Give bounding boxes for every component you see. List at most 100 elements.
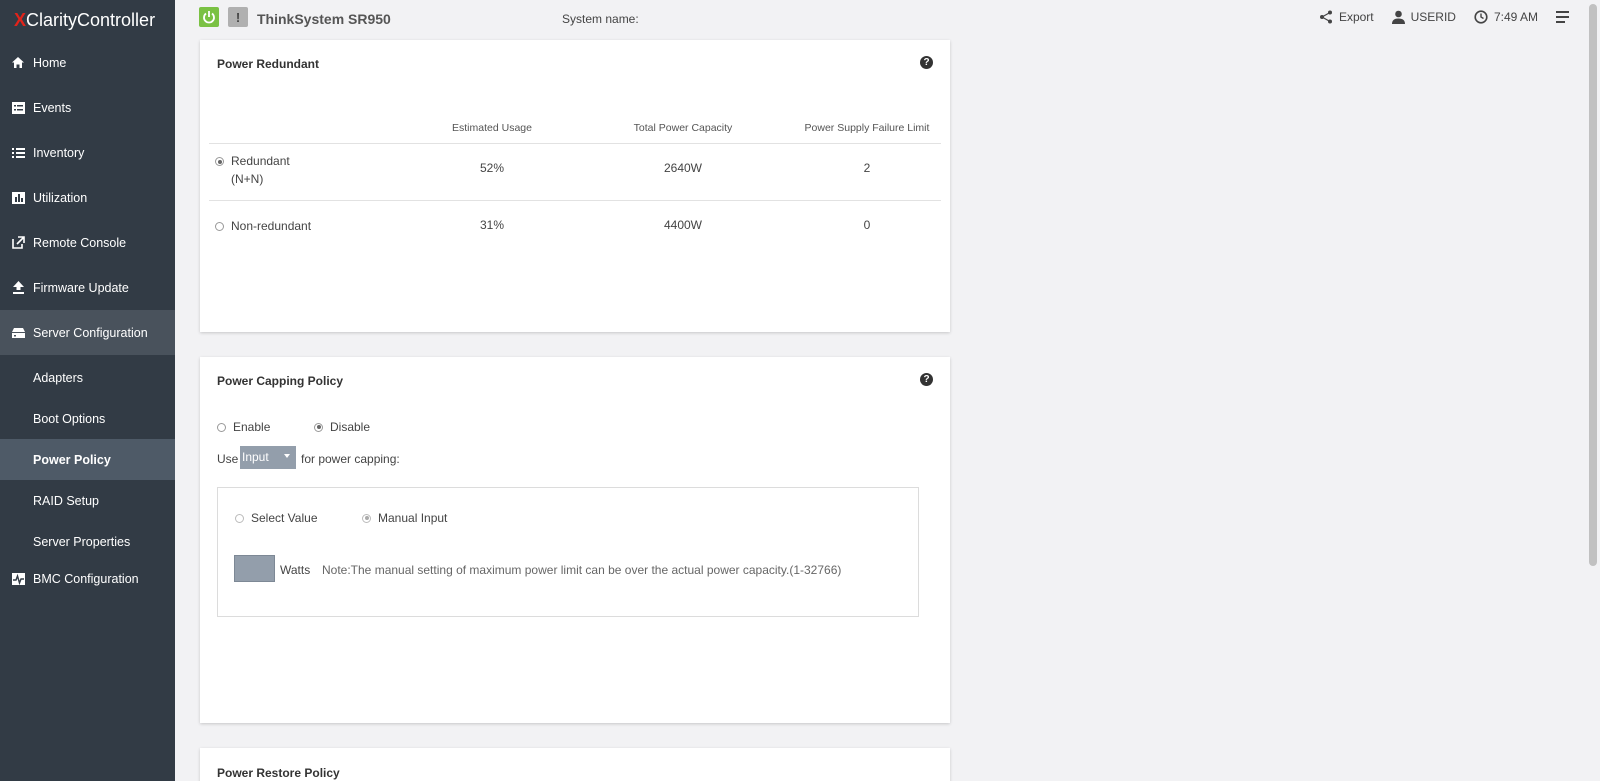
top-header: ! ThinkSystem SR950 System name: Export … — [175, 0, 1600, 38]
column-header-estimated-usage: Estimated Usage — [452, 122, 532, 134]
sidebar-item-server-configuration[interactable]: Server Configuration — [0, 310, 175, 355]
clock-icon — [1474, 10, 1488, 24]
home-icon — [11, 56, 25, 70]
redundant-sublabel: (N+N) — [231, 172, 264, 186]
sidebar-item-label: Remote Console — [33, 235, 127, 250]
list-icon — [11, 146, 25, 160]
estimated-usage-value: 31% — [479, 218, 505, 232]
sidebar-item-inventory[interactable]: Inventory — [0, 130, 175, 175]
power-icon — [203, 11, 215, 24]
column-header-total-power-capacity: Total Power Capacity — [633, 122, 733, 134]
server-icon — [11, 326, 25, 340]
share-icon — [1319, 10, 1332, 24]
watts-input[interactable] — [234, 555, 275, 582]
brand-clarity: Clarity — [26, 9, 78, 30]
warning-icon: ! — [235, 9, 241, 25]
enable-option[interactable]: Enable — [217, 420, 270, 434]
sidebar-item-label: Home — [33, 55, 67, 70]
scrollbar-thumb[interactable] — [1589, 4, 1597, 566]
warning-button[interactable]: ! — [228, 7, 248, 27]
manual-input-option[interactable]: Manual Input — [362, 511, 447, 525]
manual-input-label: Manual Input — [378, 511, 448, 525]
brand-logo: X Clarity Controller — [0, 0, 175, 40]
use-label: Use — [217, 452, 239, 466]
page-scrollbar[interactable] — [1586, 0, 1600, 781]
select-value-label: Select Value — [251, 511, 318, 525]
brand-x: X — [14, 9, 27, 30]
brand-suffix: Controller — [77, 9, 156, 30]
table-row: Non-redundant — [215, 219, 311, 233]
select-value-radio[interactable] — [235, 513, 244, 523]
power-restore-card: Power Restore Policy — [200, 748, 950, 781]
chart-icon — [11, 191, 25, 205]
disable-radio[interactable] — [314, 422, 323, 432]
sidebar-item-events[interactable]: Events — [0, 85, 175, 130]
sidebar-item-power-policy[interactable]: Power Policy — [0, 439, 175, 480]
sidebar-item-label: Utilization — [33, 190, 88, 205]
enable-radio[interactable] — [217, 422, 226, 432]
user-icon — [1391, 10, 1405, 24]
power-redundant-title: Power Redundant — [217, 57, 320, 71]
manual-input-radio[interactable] — [362, 513, 371, 523]
capping-source-select[interactable]: Input — [240, 446, 296, 469]
time-label: 7:49 AM — [1493, 10, 1538, 24]
sidebar-item-label: Firmware Update — [33, 280, 129, 295]
sidebar-item-server-properties[interactable]: Server Properties — [0, 521, 175, 562]
enable-label: Enable — [233, 420, 271, 434]
select-value-option[interactable]: Select Value — [235, 511, 318, 525]
help-icon[interactable]: ? — [920, 373, 933, 386]
sidebar-item-firmware-update[interactable]: Firmware Update — [0, 265, 175, 310]
table-divider — [209, 200, 941, 201]
export-button[interactable]: Export — [1319, 10, 1374, 24]
table-divider — [209, 143, 941, 144]
sidebar: X Clarity Controller Home Events Inventor… — [0, 0, 175, 781]
sidebar-item-label: Events — [33, 100, 72, 115]
sidebar-item-remote-console[interactable]: Remote Console — [0, 220, 175, 265]
caret-down-icon — [284, 454, 290, 458]
power-redundant-card: Power Redundant ? Estimated Usage Total … — [200, 40, 950, 332]
header-actions: Export USERID 7:49 AM — [1319, 10, 1570, 24]
non-redundant-label: Non-redundant — [231, 219, 312, 233]
sidebar-item-label: BMC Configuration — [33, 572, 139, 586]
sidebar-item-label: Inventory — [33, 145, 85, 160]
select-value: Input — [242, 450, 269, 464]
for-power-capping-label: for power capping: — [301, 452, 400, 466]
power-restore-title: Power Restore Policy — [217, 766, 340, 780]
clock: 7:49 AM — [1474, 10, 1538, 24]
user-label: USERID — [1410, 10, 1456, 24]
sidebar-item-home[interactable]: Home — [0, 40, 175, 85]
failure-limit-value: 0 — [863, 218, 871, 232]
system-name-label: System name: — [562, 12, 639, 26]
upload-icon — [11, 281, 25, 295]
hamburger-menu-icon — [1556, 11, 1569, 23]
sidebar-item-adapters[interactable]: Adapters — [0, 357, 175, 398]
redundant-radio[interactable] — [215, 157, 224, 166]
export-label: Export — [1338, 10, 1374, 24]
total-capacity-value: 2640W — [663, 161, 703, 175]
power-status-button[interactable] — [199, 7, 219, 27]
power-capping-title: Power Capping Policy — [217, 374, 344, 388]
server-model: ThinkSystem SR950 — [257, 11, 391, 27]
sidebar-item-utilization[interactable]: Utilization — [0, 175, 175, 220]
events-icon — [11, 101, 25, 115]
external-link-icon — [11, 236, 25, 250]
power-capping-card: Power Capping Policy ? Enable Disable Us… — [200, 357, 950, 723]
failure-limit-value: 2 — [863, 161, 871, 175]
user-menu[interactable]: USERID — [1391, 10, 1456, 24]
sidebar-item-bmc-configuration[interactable]: BMC Configuration — [0, 562, 175, 596]
sidebar-item-label: Server Configuration — [33, 325, 148, 340]
watts-label: Watts — [280, 563, 311, 577]
sidebar-item-boot-options[interactable]: Boot Options — [0, 398, 175, 439]
help-icon[interactable]: ? — [920, 56, 933, 69]
sidebar-item-raid-setup[interactable]: RAID Setup — [0, 480, 175, 521]
disable-label: Disable — [330, 420, 371, 434]
menu-button[interactable] — [1556, 10, 1570, 24]
disable-option[interactable]: Disable — [314, 420, 370, 434]
power-limit-note: Note:The manual setting of maximum power… — [322, 563, 842, 577]
pulse-icon — [11, 572, 25, 586]
non-redundant-radio[interactable] — [215, 221, 224, 231]
manual-input-panel: Select Value Manual Input Watts Note:The… — [217, 487, 919, 617]
total-capacity-value: 4400W — [663, 218, 703, 232]
estimated-usage-value: 52% — [479, 161, 505, 175]
column-header-failure-limit: Power Supply Failure Limit — [804, 122, 930, 134]
